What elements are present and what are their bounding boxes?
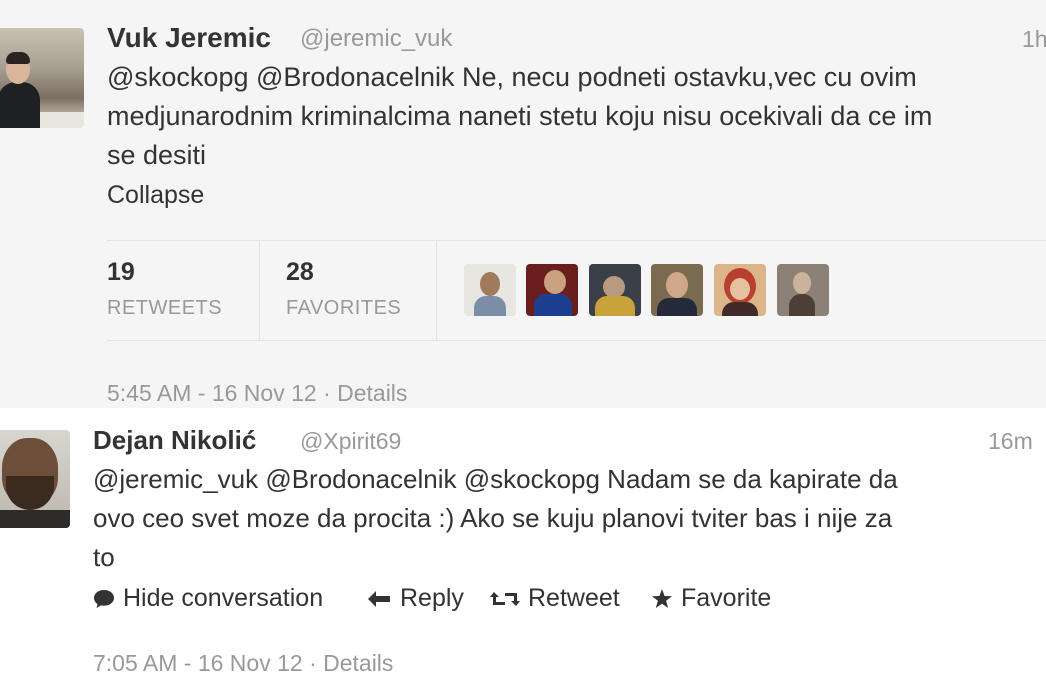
- tweet-time[interactable]: 1h: [1022, 26, 1046, 53]
- collapse-link[interactable]: Collapse: [107, 181, 204, 210]
- avatar[interactable]: [0, 430, 70, 528]
- divider: [107, 240, 1046, 241]
- tweet-time[interactable]: 16m: [988, 428, 1033, 455]
- tweet-text-line: @jeremic_vuk @Brodonacelnik @skockopg Na…: [93, 464, 898, 494]
- favoriter-avatar[interactable]: [464, 264, 516, 316]
- reply-arrow-icon: [366, 589, 392, 609]
- reply-button[interactable]: Reply: [366, 584, 464, 613]
- speech-bubble-icon: [93, 588, 115, 610]
- favoriter-avatar[interactable]: [714, 264, 766, 316]
- tweet-text-line: @skockopg @Brodonacelnik Ne, necu podnet…: [107, 62, 917, 92]
- divider: [436, 240, 437, 340]
- tweet-timestamp-details[interactable]: 7:05 AM - 16 Nov 12 · Details: [93, 650, 393, 677]
- favorite-label: Favorite: [681, 584, 772, 612]
- favoriter-avatar[interactable]: [526, 264, 578, 316]
- retweet-button[interactable]: Retweet: [490, 584, 620, 613]
- star-icon: [651, 588, 673, 610]
- divider: [259, 240, 260, 340]
- favorite-button[interactable]: Favorite: [651, 584, 771, 613]
- retweet-icon: [490, 589, 520, 609]
- hide-conversation-button[interactable]: Hide conversation: [93, 584, 323, 613]
- favorite-count: 28: [286, 258, 314, 286]
- favoriter-avatar[interactable]: [777, 264, 829, 316]
- reply-label: Reply: [400, 584, 464, 612]
- tweet-text: @jeremic_vuk @Brodonacelnik @skockopg Na…: [93, 460, 898, 577]
- tweet-text-line: ovo ceo svet moze da procita :) Ako se k…: [93, 503, 893, 533]
- retweet-label: Retweet: [528, 584, 620, 612]
- tweet-text-line: to: [93, 542, 115, 572]
- retweet-label: RETWEETS: [107, 297, 223, 319]
- tweet-author-handle[interactable]: @jeremic_vuk: [300, 25, 452, 53]
- tweet-author-name[interactable]: Dejan Nikolić: [93, 425, 256, 456]
- tweet-text-line: se desiti: [107, 140, 207, 170]
- hide-conversation-label: Hide conversation: [123, 584, 324, 612]
- tweet-author-handle[interactable]: @Xpirit69: [300, 428, 401, 455]
- avatar[interactable]: [0, 28, 84, 128]
- tweet-text-line: medjunarodnim kriminalcima naneti stetu …: [107, 101, 933, 131]
- divider: [107, 340, 1046, 341]
- tweet-expanded: Vuk Jeremic @jeremic_vuk 1h @skockopg @B…: [0, 0, 1046, 408]
- tweet-author-name[interactable]: Vuk Jeremic: [107, 22, 271, 54]
- retweet-count: 19: [107, 258, 135, 286]
- tweet-timestamp-details[interactable]: 5:45 AM - 16 Nov 12 · Details: [107, 380, 407, 407]
- favorite-label: FAVORITES: [286, 297, 402, 319]
- favoriter-avatar[interactable]: [589, 264, 641, 316]
- favoriter-avatar[interactable]: [651, 264, 703, 316]
- tweet-text: @skockopg @Brodonacelnik Ne, necu podnet…: [107, 58, 932, 175]
